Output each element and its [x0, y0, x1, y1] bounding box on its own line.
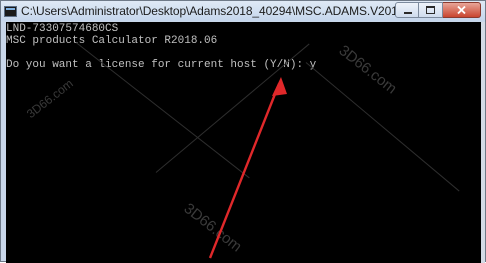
console-output[interactable]: LND-73307574680CS MSC products Calculato…: [6, 22, 481, 263]
close-icon: [457, 5, 466, 15]
minimize-icon: [404, 12, 412, 14]
maximize-button[interactable]: [419, 2, 443, 18]
minimize-button[interactable]: [395, 2, 419, 18]
annotation-arrow: [208, 77, 287, 259]
vertical-scrollbar[interactable]: [481, 22, 485, 263]
console-icon: [4, 5, 17, 17]
title-bar[interactable]: C:\Users\Administrator\Desktop\Adams2018…: [1, 1, 485, 21]
close-button[interactable]: [443, 2, 481, 18]
console-window: C:\Users\Administrator\Desktop\Adams2018…: [0, 0, 486, 263]
maximize-icon: [426, 6, 435, 14]
window-title: C:\Users\Administrator\Desktop\Adams2018…: [21, 4, 404, 18]
window-controls: [395, 2, 481, 19]
